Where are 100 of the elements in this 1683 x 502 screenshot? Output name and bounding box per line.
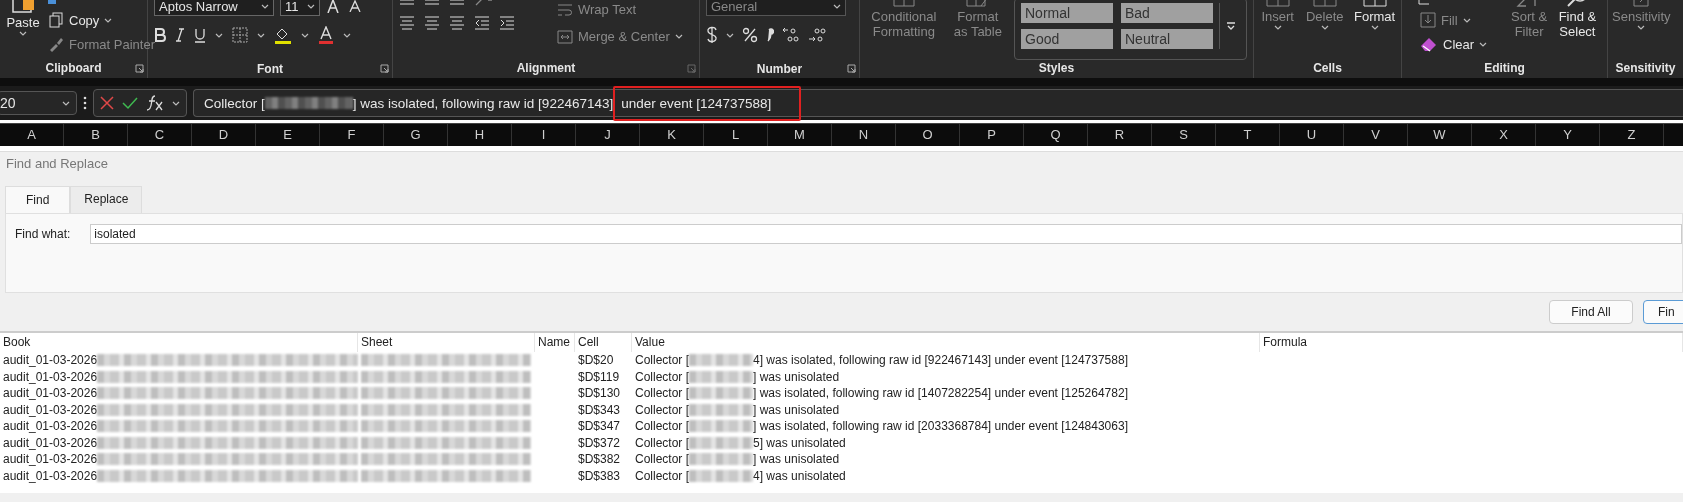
chevron-down-icon[interactable] (1370, 25, 1379, 30)
align-text-icon[interactable] (399, 16, 415, 30)
bold-icon[interactable] (154, 28, 166, 42)
font-size-dropdown[interactable]: 11 (280, 0, 320, 16)
insert-function-icon[interactable] (146, 95, 164, 111)
value-text: Collector [ (635, 385, 690, 402)
clear-button[interactable]: Clear (1418, 34, 1490, 54)
book-name: audit_01-03-2026 (3, 352, 98, 369)
chevron-down-icon[interactable] (833, 3, 841, 9)
cell-style[interactable]: Good (1021, 29, 1113, 49)
copy-icon (48, 12, 64, 28)
value-text: Collector [ (635, 418, 690, 435)
comma-style-icon[interactable] (766, 28, 774, 42)
dialog-tab[interactable]: Find (5, 186, 71, 213)
italic-icon[interactable] (175, 28, 185, 42)
value-text: Collector [ (635, 467, 690, 484)
increase-indent-icon[interactable] (499, 16, 515, 30)
value-text: ] was unisolated (753, 368, 840, 385)
chevron-down-icon[interactable] (104, 17, 113, 23)
paste-button[interactable]: Paste (6, 0, 40, 38)
fill-color-icon[interactable] (274, 26, 292, 44)
find-select-button[interactable]: Find & Select (1553, 0, 1601, 41)
cell-style[interactable]: Neutral (1121, 29, 1213, 49)
cell-style[interactable]: Normal (1021, 3, 1113, 23)
results-column-header[interactable]: Sheet (358, 333, 535, 352)
chevron-down-icon[interactable] (301, 32, 309, 38)
chevron-down-icon[interactable] (726, 32, 734, 38)
decrease-decimal-icon[interactable] (808, 27, 826, 43)
checkmark-icon[interactable] (122, 96, 138, 110)
dialog-launcher-icon[interactable] (380, 64, 389, 73)
field-label: Find what: (15, 227, 71, 241)
cell-reference: $D$383 (577, 467, 622, 484)
cancel-icon[interactable] (100, 96, 114, 110)
results-column-header[interactable]: Value (632, 333, 1260, 352)
blurred-text (689, 354, 754, 367)
percent-icon[interactable] (742, 27, 758, 43)
borders-icon[interactable] (232, 27, 248, 43)
cells-button[interactable]: Format (1353, 0, 1396, 32)
cell-reference: $D$382 (577, 451, 622, 468)
value-text: Collector [ (635, 368, 690, 385)
dialog-launcher-icon[interactable] (135, 64, 144, 73)
eraser-icon (1420, 36, 1438, 52)
chevron-down-icon[interactable] (172, 100, 180, 106)
formula-text: ] was isolated, following raw id [922467143] (352, 95, 614, 111)
align-text-icon[interactable] (449, 16, 465, 30)
font-name-dropdown[interactable]: Aptos Narrow (154, 0, 274, 16)
find-what-field[interactable]: isolated (90, 224, 1682, 244)
align-text-icon[interactable] (424, 16, 440, 30)
group-label: Styles (1037, 60, 1076, 77)
decrease-indent-icon[interactable] (474, 16, 490, 30)
decrease-font-icon[interactable] (348, 0, 362, 12)
copy-button[interactable]: Copy (46, 10, 115, 30)
font-color-icon[interactable] (318, 26, 334, 44)
underline-icon[interactable] (194, 27, 206, 43)
results-column-header[interactable]: Formula (1260, 333, 1683, 352)
value-text: ] was unisolated (753, 401, 840, 418)
highlighted-text: under event [124737588] (613, 85, 802, 121)
blurred-text (689, 469, 754, 482)
cell-reference: $D$372 (577, 434, 622, 451)
chevron-down-icon[interactable] (215, 32, 223, 38)
chevron-down-icon[interactable] (343, 32, 351, 38)
number-format-dropdown[interactable]: General (706, 0, 846, 16)
value-text: Collector [ (635, 401, 690, 418)
blurred-text (689, 453, 754, 466)
expand-icon (1226, 21, 1236, 31)
paintbrush-icon (48, 36, 64, 52)
cell-style[interactable]: Bad (1121, 3, 1213, 23)
value-text: 4] was unisolated (753, 467, 846, 484)
value-text: Collector [ (635, 434, 690, 451)
book-name: audit_01-03-2026 (3, 434, 98, 451)
formula-text: Collector [ (204, 95, 265, 111)
chevron-down-icon[interactable] (19, 31, 27, 36)
book-name: audit_01-03-2026 (3, 418, 98, 435)
dialog-button[interactable]: Fin (1643, 300, 1683, 324)
chevron-down-icon[interactable] (1479, 41, 1488, 47)
increase-decimal-icon[interactable] (782, 27, 800, 43)
chevron-down-icon[interactable] (62, 100, 70, 106)
name-box[interactable]: 20 (0, 91, 77, 115)
group-label: Font (256, 60, 284, 78)
more-options-icon[interactable] (83, 96, 87, 110)
group-label: Sensitivity (1614, 60, 1677, 77)
chevron-down-icon[interactable] (257, 32, 265, 38)
dialog-tab[interactable]: Replace (70, 186, 143, 213)
chevron-down-icon[interactable] (307, 3, 315, 9)
dialog-title: Find and Replace (5, 155, 109, 173)
increase-font-icon[interactable] (326, 0, 342, 13)
dialog-launcher-icon[interactable] (847, 64, 856, 73)
fill-down-icon (1420, 12, 1436, 28)
group-label: Number (755, 60, 804, 78)
chevron-down-icon[interactable] (261, 3, 269, 9)
currency-icon[interactable] (706, 26, 718, 44)
blurred-text (689, 420, 754, 433)
wrap-text-icon (557, 2, 573, 17)
results-column-header[interactable]: Book (0, 333, 358, 352)
dialog-button[interactable]: Find All (1549, 300, 1633, 324)
results-column-header[interactable]: Name (535, 333, 575, 352)
book-name: audit_01-03-2026 (3, 368, 98, 385)
book-name: audit_01-03-2026 (3, 401, 98, 418)
results-column-header[interactable]: Cell (575, 333, 632, 352)
value-text: Collector [ (635, 352, 690, 369)
